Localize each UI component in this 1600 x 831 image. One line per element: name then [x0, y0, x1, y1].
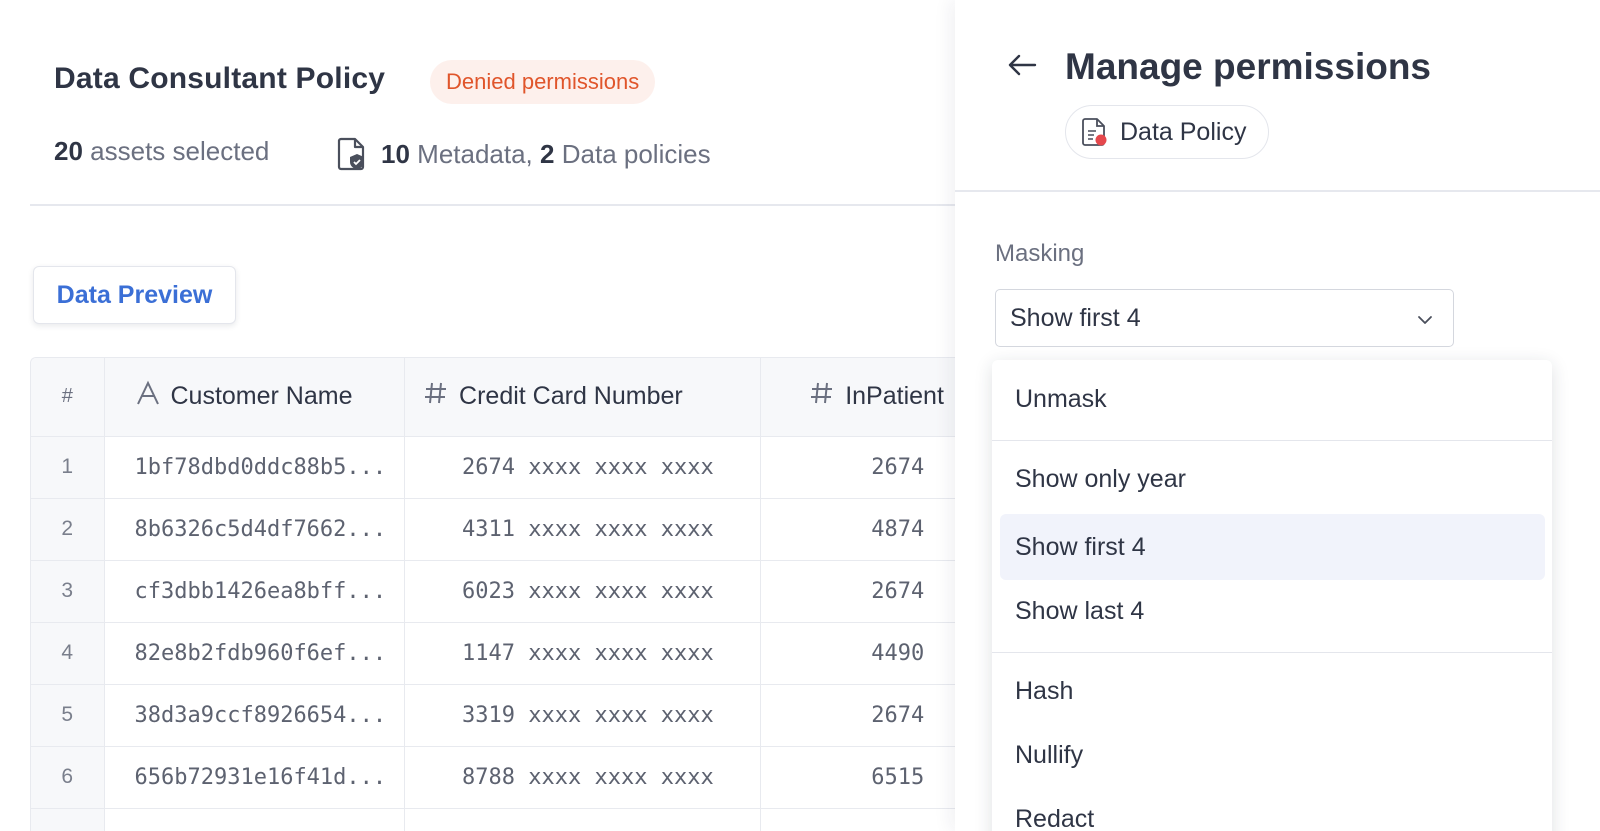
credit-card-cell: 3319 xxxx xxxx xxxx — [404, 684, 762, 747]
hash-icon — [423, 380, 449, 413]
credit-card-cell: 1147 xxxx xxxx xxxx — [404, 622, 762, 685]
column-header-inpatient[interactable]: InPatient — [760, 358, 960, 437]
column-header-credit-card[interactable]: Credit Card Number — [404, 358, 762, 437]
table-row[interactable] — [31, 808, 960, 831]
option-separator — [992, 652, 1552, 653]
back-arrow-icon[interactable] — [1005, 48, 1039, 82]
credit-card-cell: 4311 xxxx xxxx xxxx — [404, 498, 762, 561]
document-policy-icon — [1082, 117, 1108, 147]
table-row[interactable]: 5 38d3a9ccf8926654... 3319 xxxx xxxx xxx… — [31, 684, 960, 747]
table-row[interactable]: 2 8b6326c5d4df7662... 4311 xxxx xxxx xxx… — [31, 498, 960, 561]
document-shield-icon — [337, 136, 369, 172]
policy-title: Data Consultant Policy — [54, 62, 386, 95]
row-index — [31, 808, 105, 831]
customer-name-cell — [104, 808, 406, 831]
manage-permissions-panel: Manage permissions Data Policy Masking S… — [955, 0, 1600, 831]
option-hash[interactable]: Hash — [992, 658, 1552, 724]
option-separator — [992, 440, 1552, 441]
data-policy-chip[interactable]: Data Policy — [1065, 105, 1270, 159]
main-content: Data Consultant Policy Denied permission… — [0, 0, 960, 831]
inpatient-cell: 4874 — [760, 498, 960, 561]
customer-name-cell: 656b72931e16f41d... — [104, 746, 406, 809]
denied-permissions-badge[interactable]: Denied permissions — [430, 60, 656, 104]
inpatient-cell: 2674 — [760, 436, 960, 499]
customer-name-cell: 8b6326c5d4df7662... — [104, 498, 406, 561]
row-index: 1 — [31, 436, 105, 499]
table-header-row: # Customer Name Credit Card Number InPat… — [31, 358, 960, 437]
customer-name-cell: 38d3a9ccf8926654... — [104, 684, 406, 747]
credit-card-cell: 2674 xxxx xxxx xxxx — [404, 436, 762, 499]
masking-options-dropdown: Unmask Show only year Show first 4 Show … — [992, 360, 1552, 831]
column-header-label: Customer Name — [170, 382, 353, 411]
column-header-index[interactable]: # — [31, 358, 105, 437]
table-row[interactable]: 4 82e8b2fdb960f6ef... 1147 xxxx xxxx xxx… — [31, 622, 960, 685]
masking-select[interactable]: Show first 4 — [995, 289, 1454, 347]
table-row[interactable]: 3 cf3dbb1426ea8bff... 6023 xxxx xxxx xxx… — [31, 560, 960, 623]
inpatient-cell — [760, 808, 960, 831]
inpatient-cell: 4490 — [760, 622, 960, 685]
credit-card-cell — [404, 808, 762, 831]
inpatient-cell: 6515 — [760, 746, 960, 809]
metadata-count: 10 — [381, 138, 410, 169]
panel-divider — [955, 190, 1600, 192]
masking-label: Masking — [995, 240, 1085, 267]
hash-icon — [809, 380, 835, 413]
row-index: 5 — [31, 684, 105, 747]
credit-card-cell: 8788 xxxx xxxx xxxx — [404, 746, 762, 809]
customer-name-cell: 1bf78dbd0ddc88b5... — [104, 436, 406, 499]
inpatient-cell: 2674 — [760, 560, 960, 623]
option-show-last-4[interactable]: Show last 4 — [992, 578, 1552, 644]
header-divider — [30, 204, 960, 206]
assets-text: assets selected — [90, 136, 270, 166]
customer-name-cell: 82e8b2fdb960f6ef... — [104, 622, 406, 685]
data-preview-table: # Customer Name Credit Card Number InPat… — [30, 357, 960, 831]
option-nullify[interactable]: Nullify — [992, 722, 1552, 788]
chip-label: Data Policy — [1120, 117, 1247, 146]
masking-select-value: Show first 4 — [1010, 303, 1141, 332]
assets-count: 20 — [54, 136, 83, 166]
inpatient-cell: 2674 — [760, 684, 960, 747]
policies-text: Data policies — [561, 138, 711, 169]
table-row[interactable]: 1 1bf78dbd0ddc88b5... 2674 xxxx xxxx xxx… — [31, 436, 960, 499]
table-row[interactable]: 6 656b72931e16f41d... 8788 xxxx xxxx xxx… — [31, 746, 960, 809]
option-show-only-year[interactable]: Show only year — [992, 446, 1552, 512]
option-unmask[interactable]: Unmask — [992, 366, 1552, 432]
option-redact[interactable]: Redact — [992, 786, 1552, 831]
customer-name-cell: cf3dbb1426ea8bff... — [104, 560, 406, 623]
option-show-first-4[interactable]: Show first 4 — [1000, 514, 1545, 580]
column-header-label: Credit Card Number — [459, 382, 683, 411]
row-index: 6 — [31, 746, 105, 809]
assets-selected: 20 assets selected — [54, 136, 269, 167]
column-header-label: InPatient — [845, 382, 944, 411]
row-index: 3 — [31, 560, 105, 623]
page: Data Consultant Policy Denied permission… — [0, 0, 1600, 831]
chevron-down-icon — [1415, 308, 1435, 328]
credit-card-cell: 6023 xxxx xxxx xxxx — [404, 560, 762, 623]
row-index: 2 — [31, 498, 105, 561]
panel-title: Manage permissions — [1065, 46, 1432, 87]
tab-data-preview[interactable]: Data Preview — [33, 266, 236, 324]
text-type-icon — [135, 380, 161, 413]
policies-count: 2 — [540, 138, 555, 169]
row-index: 4 — [31, 622, 105, 685]
metadata-summary: 10 Metadata, 2 Data policies — [337, 136, 711, 172]
column-header-customer-name[interactable]: Customer Name — [104, 358, 406, 437]
metadata-text: Metadata, — [417, 138, 533, 169]
